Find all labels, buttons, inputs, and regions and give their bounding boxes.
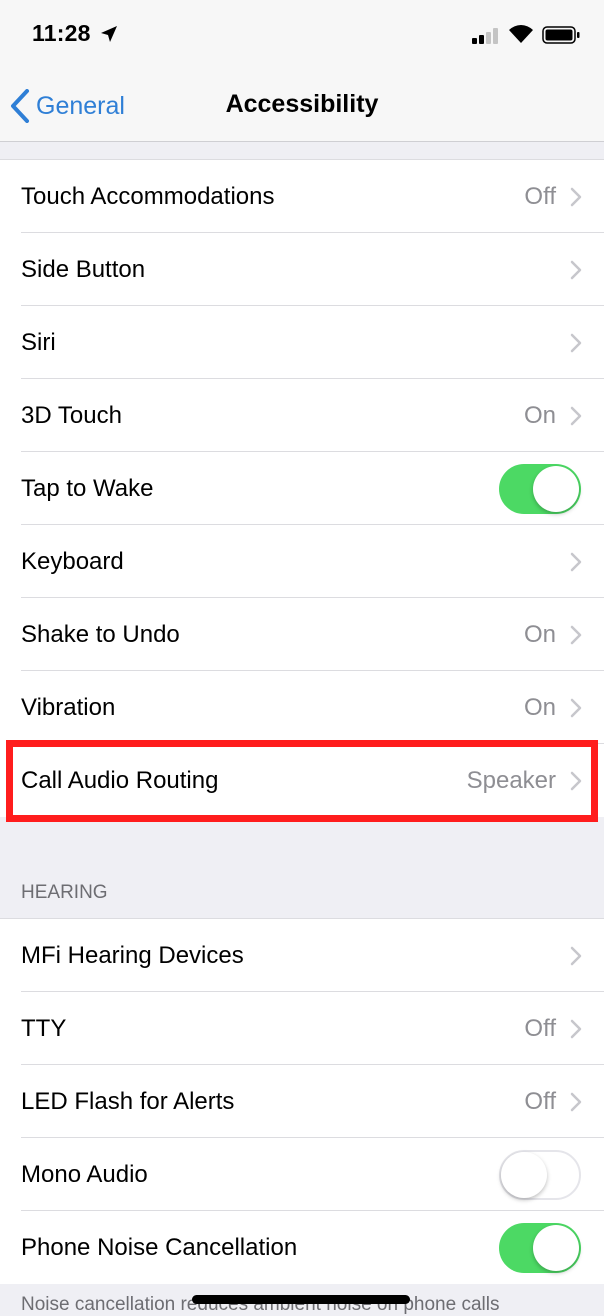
chevron-right-icon [570,771,582,790]
location-arrow-icon [101,26,117,42]
interaction-settings-list: Touch Accommodations Off Side Button Siri 3D… [0,160,604,817]
section-header-hearing: HEARING [21,882,108,903]
chevron-right-icon [570,552,582,571]
row-label: LED Flash for Alerts [21,1087,235,1115]
settings-row-vibration[interactable]: Vibration On [0,671,604,744]
settings-row-tap-to-wake[interactable]: Tap to Wake [0,452,604,525]
settings-row-keyboard[interactable]: Keyboard [0,525,604,598]
tap-to-wake-toggle[interactable] [499,463,581,514]
wifi-icon [509,25,533,43]
chevron-right-icon [570,946,582,965]
settings-row-side-button[interactable]: Side Button [0,233,604,306]
navigation-bar: General Accessibility [0,70,604,142]
settings-row-siri[interactable]: Siri [0,306,604,379]
row-label: TTY [21,1014,67,1042]
chevron-right-icon [570,333,582,352]
row-label: Siri [21,328,56,356]
row-value: Off [524,182,556,210]
row-label: Shake to Undo [21,620,180,648]
row-value: Off [524,1087,556,1115]
mono-audio-toggle[interactable] [499,1149,581,1200]
row-value: Off [524,1014,556,1042]
status-time: 11:28 [32,20,91,46]
row-label: Call Audio Routing [21,766,219,794]
row-label: Touch Accommodations [21,182,275,210]
settings-row-led-flash-for-alerts[interactable]: LED Flash for Alerts Off [0,1065,604,1138]
chevron-right-icon [570,406,582,425]
row-label: 3D Touch [21,401,122,429]
toggle-knob [533,465,579,512]
row-value: On [523,401,556,429]
row-value: On [523,620,556,648]
row-label: Mono Audio [21,1160,148,1188]
row-value: On [523,693,556,721]
row-label: Phone Noise Cancellation [21,1233,298,1261]
battery-icon [542,26,580,44]
row-label: Vibration [21,693,116,721]
row-label: Tap to Wake [21,474,154,502]
row-label: Side Button [21,255,146,283]
cellular-signal-icon [472,28,498,44]
chevron-right-icon [570,187,582,206]
chevron-right-icon [570,698,582,717]
phone-noise-cancellation-toggle[interactable] [499,1222,581,1273]
hearing-settings-list: MFi Hearing Devices TTY Off LED Flash for A… [0,919,604,1284]
settings-row-call-audio-routing[interactable]: Call Audio Routing Speaker [0,744,604,817]
settings-row-mfi-hearing-devices[interactable]: MFi Hearing Devices [0,919,604,992]
home-indicator[interactable] [192,1295,410,1304]
chevron-right-icon [570,625,582,644]
page-title: Accessibility [225,90,379,118]
toggle-knob [501,1151,547,1198]
settings-row-shake-to-undo[interactable]: Shake to Undo On [0,598,604,671]
row-label: MFi Hearing Devices [21,941,244,969]
toggle-knob [533,1224,579,1271]
chevron-right-icon [570,260,582,279]
settings-row-mono-audio[interactable]: Mono Audio [0,1138,604,1211]
settings-row-touch-accommodations[interactable]: Touch Accommodations Off [0,160,604,233]
settings-row-tty[interactable]: TTY Off [0,992,604,1065]
settings-row-3d-touch[interactable]: 3D Touch On [0,379,604,452]
chevron-right-icon [570,1019,582,1038]
row-value: Speaker [466,766,556,794]
settings-row-phone-noise-cancellation[interactable]: Phone Noise Cancellation [0,1211,604,1284]
row-label: Keyboard [21,547,124,575]
chevron-right-icon [570,1092,582,1111]
status-bar: 11:28 [0,0,604,70]
